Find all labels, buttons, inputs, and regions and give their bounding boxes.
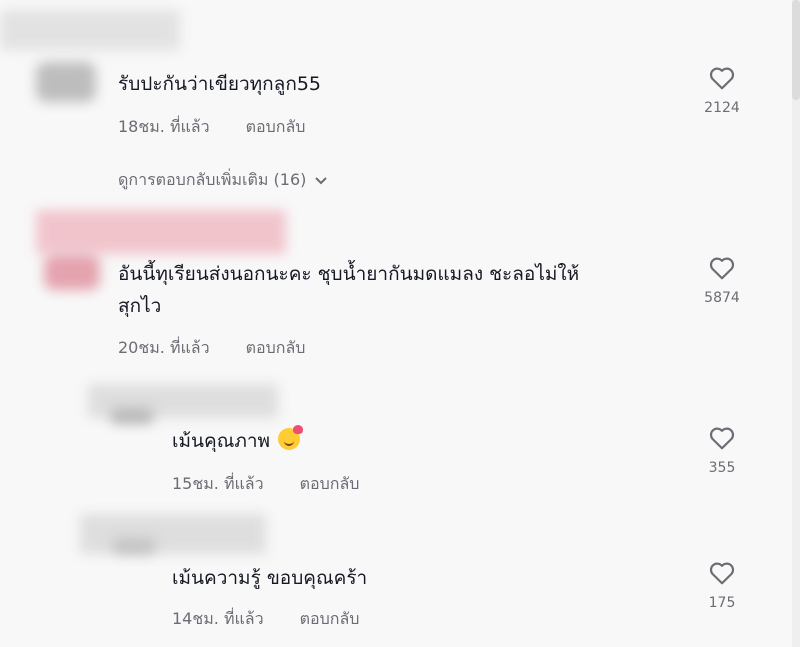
like-count: 5874	[704, 290, 740, 306]
like-button[interactable]: 2124	[692, 66, 752, 116]
like-count: 355	[708, 460, 736, 476]
reply-text: เม้นคุณภาพ	[172, 425, 304, 457]
heart-icon	[709, 67, 735, 90]
heart-icon	[709, 257, 735, 280]
blurred-username	[36, 210, 286, 254]
view-more-replies-label: ดูการตอบกลับเพิ่มเติม (16)	[118, 170, 307, 189]
reply-meta: 15ชม. ที่แล้ว ตอบกลับ	[172, 472, 359, 497]
like-count: 2124	[704, 100, 740, 116]
comment-meta: 18ชม. ที่แล้ว ตอบกลับ	[118, 115, 305, 140]
comment-text-line: อันนี้ทุเรียนส่งนอกนะคะ ชุบน้ำยากันมดแมล…	[118, 263, 580, 285]
reply-button[interactable]: ตอบกลับ	[246, 336, 306, 361]
comment-time: 18ชม. ที่แล้ว	[118, 117, 210, 136]
scrollbar-track[interactable]	[792, 0, 800, 647]
reply-time: 15ชม. ที่แล้ว	[172, 474, 264, 493]
view-more-replies-button[interactable]: ดูการตอบกลับเพิ่มเติม (16)	[118, 168, 328, 193]
comment-text-line: สุกไว	[118, 295, 162, 317]
like-button[interactable]: 355	[692, 426, 752, 476]
avatar[interactable]	[112, 538, 156, 554]
comment-time: 20ชม. ที่แล้ว	[118, 338, 210, 357]
reply-button[interactable]: ตอบกลับ	[300, 607, 360, 632]
reply-meta: 14ชม. ที่แล้ว ตอบกลับ	[172, 607, 359, 632]
heart-icon	[709, 427, 735, 450]
blurred-username	[0, 10, 180, 50]
reply-text-content: เม้นคุณภาพ	[172, 430, 271, 452]
comment-text: อันนี้ทุเรียนส่งนอกนะคะ ชุบน้ำยากันมดแมล…	[118, 258, 579, 322]
comment-text: รับปะกันว่าเขียวทุกลูก55	[118, 73, 321, 95]
like-count: 175	[708, 595, 736, 611]
heart-icon	[709, 562, 735, 585]
reply-text: เม้นความรู้ ขอบคุณคร้า	[172, 567, 368, 589]
comment-meta: 20ชม. ที่แล้ว ตอบกลับ	[118, 336, 305, 361]
avatar[interactable]	[110, 408, 154, 424]
like-button[interactable]: 175	[692, 561, 752, 611]
blurred-username	[80, 514, 266, 554]
avatar[interactable]	[44, 254, 100, 290]
avatar[interactable]	[36, 62, 96, 102]
chevron-down-icon	[315, 176, 328, 184]
smiling-face-with-hearts-icon	[278, 425, 304, 450]
reply-button[interactable]: ตอบกลับ	[246, 115, 306, 140]
like-button[interactable]: 5874	[692, 256, 752, 306]
reply-time: 14ชม. ที่แล้ว	[172, 609, 264, 628]
scrollbar-thumb[interactable]	[792, 0, 800, 100]
reply-button[interactable]: ตอบกลับ	[300, 472, 360, 497]
